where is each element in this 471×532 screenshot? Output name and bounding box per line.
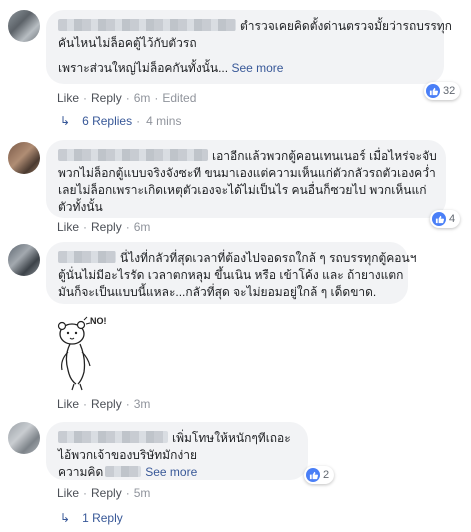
see-more-link[interactable]: See more	[145, 465, 197, 479]
comment-text-line: ความคิด	[58, 465, 104, 479]
like-link[interactable]: Like	[57, 486, 79, 500]
comment-actions: Like · Reply · 3m	[57, 397, 151, 411]
comment-text-line: มันก็จะเป็นแบบนี้แหละ...กลัวที่สุด จะไม่…	[58, 285, 377, 299]
view-replies[interactable]: ↳ 1 Reply	[60, 511, 123, 525]
like-link[interactable]: Like	[57, 397, 79, 411]
avatar[interactable]	[8, 244, 40, 276]
replies-time: 4 mins	[146, 114, 182, 128]
reply-link[interactable]: Reply	[91, 220, 122, 234]
comment-text-line: พวกไม่ล็อกตู้แบบจริงจังซะที ขนมาเองแต่คว…	[58, 166, 436, 180]
no-sticker-icon[interactable]: NO!	[50, 312, 130, 397]
reply-link[interactable]: Reply	[91, 486, 122, 500]
replies-label[interactable]: 6 Replies	[82, 114, 132, 128]
view-replies[interactable]: ↳ 6 Replies · 4 mins	[60, 114, 181, 128]
avatar[interactable]	[8, 142, 40, 174]
commenter-name-redacted[interactable]	[58, 19, 236, 31]
comment-bubble-4: เพิ่มโทษให้หนักๆทีเถอะ ไอ้พวกเจ้าของบริษ…	[46, 422, 308, 480]
commenter-name-redacted[interactable]	[58, 149, 208, 161]
reaction-count[interactable]: 32	[424, 82, 461, 100]
comment-time[interactable]: 6m	[134, 91, 151, 105]
like-link[interactable]: Like	[57, 91, 79, 105]
comment-bubble-1: ตำรวจเคยคิดตั้งด่านตรวจมั้ยว่ารถบรรทุก ค…	[46, 10, 452, 84]
comment-actions: Like · Reply · 5m	[57, 486, 151, 500]
comment-text-line: เพิ่มโทษให้หนักๆทีเถอะ	[172, 431, 291, 445]
like-link[interactable]: Like	[57, 220, 79, 234]
like-thumb-icon	[432, 212, 446, 226]
comment-time[interactable]: 5m	[134, 486, 151, 500]
reply-link[interactable]: Reply	[91, 91, 122, 105]
comment-bubble-3: นี่ไงที่กลัวที่สุดเวลาที่ต้องไปจอดรถใกล้…	[46, 242, 416, 304]
avatar[interactable]	[8, 10, 40, 42]
reaction-count-value: 2	[323, 469, 330, 481]
reaction-count[interactable]: 4	[430, 210, 461, 228]
comment-text-line: ตัวทั้งนั้น	[58, 200, 103, 214]
redacted-text	[105, 466, 142, 477]
comment-time[interactable]: 6m	[134, 220, 151, 234]
reply-link[interactable]: Reply	[91, 397, 122, 411]
reply-arrow-icon: ↳	[60, 511, 71, 525]
comment-text-line: คันไหนไม่ล็อคตู้ไว้กับตัวรถ	[58, 36, 197, 50]
comment-text-line: ตำรวจเคยคิดตั้งด่านตรวจมั้ยว่ารถบรรทุก	[240, 19, 452, 33]
reaction-count-value: 32	[443, 85, 456, 97]
see-more-link[interactable]: See more	[231, 61, 283, 75]
comment-text-line: ไอ้พวกเจ้าของบริษัทมักง่าย	[58, 448, 197, 462]
reaction-count-value: 4	[449, 213, 456, 225]
sticker-text: NO!	[90, 316, 107, 326]
comment-actions: Like · Reply · 6m	[57, 220, 151, 234]
avatar[interactable]	[8, 422, 40, 454]
commenter-name-redacted[interactable]	[58, 251, 116, 263]
comment-text-line: นี่ไงที่กลัวที่สุดเวลาที่ต้องไปจอดรถใกล้…	[120, 251, 417, 265]
like-thumb-icon	[306, 468, 320, 482]
comment-text-line: ตู้นั่นไม่มีอะไรรัด เวลาตกหลุม ขึ้นเนิน …	[58, 268, 404, 282]
comment-time[interactable]: 3m	[134, 397, 151, 411]
commenter-name-redacted[interactable]	[58, 431, 168, 443]
comment-text-line: เอาอีกแล้วพวกตู้คอนเทนเนอร์ เมื่อไหร่จะจ…	[212, 149, 437, 163]
replies-label[interactable]: 1 Reply	[82, 511, 123, 525]
comment-text-line: เพราะส่วนใหญ่ไม่ล็อคกันทั้งนั้น...	[58, 61, 229, 75]
comment-actions: Like · Reply · 6m · Edited	[57, 91, 197, 105]
comment-bubble-2: เอาอีกแล้วพวกตู้คอนเทนเนอร์ เมื่อไหร่จะจ…	[46, 140, 446, 218]
reply-arrow-icon: ↳	[60, 114, 71, 128]
like-thumb-icon	[426, 84, 440, 98]
edited-label: Edited	[162, 91, 197, 105]
comment-text-line: เลยไม่ล็อกเพราะเกิดเหตุตัวเองจะได้ไม่เป็…	[58, 183, 427, 197]
reaction-count[interactable]: 2	[304, 466, 335, 484]
